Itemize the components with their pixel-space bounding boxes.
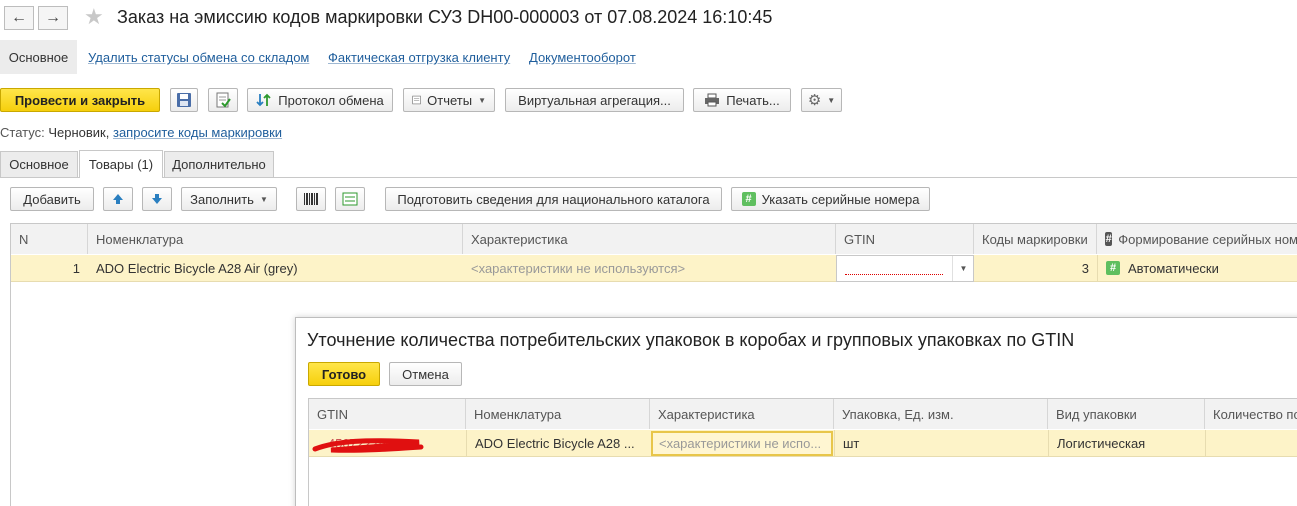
- selection-list-icon: [342, 192, 358, 206]
- tab-additional[interactable]: Дополнительно: [164, 151, 274, 177]
- window-title: Заказ на эмиссию кодов маркировки СУЗ DH…: [117, 7, 773, 27]
- hash-icon: #: [741, 192, 756, 206]
- prepare-national-catalog-button[interactable]: Подготовить сведения для национального к…: [385, 187, 722, 211]
- redaction-mark: [312, 438, 424, 453]
- gtin-dropdown-button[interactable]: ▼: [952, 256, 974, 281]
- hash-icon: #: [1106, 261, 1120, 275]
- dialog-row-characteristic[interactable]: <характеристики не испо...: [651, 430, 833, 456]
- row-number: 1: [72, 260, 80, 276]
- arrow-right-icon: →: [45, 9, 61, 26]
- exchange-arrows-icon: [256, 93, 271, 107]
- move-up-button[interactable]: [103, 187, 133, 211]
- arrow-up-icon: [113, 194, 123, 204]
- dialog-row-pack-type[interactable]: Логистическая: [1048, 430, 1205, 456]
- column-header-marking-codes[interactable]: Коды маркировки: [974, 224, 1097, 254]
- topnav-delete-exchange-statuses[interactable]: Удалить статусы обмена со складом: [88, 50, 309, 65]
- exchange-protocol-label: Протокол обмена: [278, 92, 384, 108]
- pick-items-button[interactable]: [335, 187, 365, 211]
- topnav-actual-shipment[interactable]: Фактическая отгрузка клиенту: [328, 50, 510, 65]
- print-button[interactable]: Печать...: [693, 88, 791, 112]
- post-document-icon: [216, 92, 231, 108]
- row-gtin-field[interactable]: ▼: [836, 255, 974, 282]
- row-marking-codes[interactable]: 3: [974, 255, 1097, 281]
- column-header-serial-forming-label: Формирование серийных ном: [1118, 231, 1297, 247]
- chevron-down-icon: ▼: [478, 95, 486, 105]
- chevron-down-icon: ▼: [827, 95, 836, 105]
- reports-label: Отчеты: [427, 92, 473, 108]
- dialog-row-quantity[interactable]: [1205, 430, 1297, 456]
- dialog-column-unit[interactable]: Упаковка, Ед. изм.: [834, 399, 1048, 429]
- row-item[interactable]: ADO Electric Bicycle A28 Air (grey): [88, 255, 463, 281]
- save-button[interactable]: [170, 88, 198, 112]
- printer-icon: [705, 93, 720, 107]
- dialog-table: GTIN Номенклатура Характеристика Упаковк…: [308, 398, 1297, 506]
- reports-button[interactable]: Отчеты ▼: [403, 88, 495, 112]
- dialog-column-characteristic[interactable]: Характеристика: [650, 399, 834, 429]
- fill-button[interactable]: Заполнить ▼: [181, 187, 277, 211]
- column-header-characteristic[interactable]: Характеристика: [463, 224, 836, 254]
- row-characteristic[interactable]: <характеристики не используются>: [463, 255, 836, 281]
- done-button[interactable]: Готово: [308, 362, 380, 386]
- status-value: Черновик,: [48, 125, 110, 140]
- virtual-aggregation-button[interactable]: Виртуальная агрегация...: [505, 88, 684, 112]
- row-serial-forming-label: Автоматически: [1128, 260, 1219, 276]
- specify-serial-numbers-button[interactable]: # Указать серийные номера: [731, 187, 930, 211]
- forward-button[interactable]: →: [38, 6, 68, 30]
- dialog-title: Уточнение количества потребительских упа…: [307, 330, 1075, 350]
- post-button[interactable]: [208, 88, 238, 112]
- column-header-serial-forming[interactable]: # Формирование серийных ном: [1097, 224, 1297, 254]
- exchange-protocol-button[interactable]: Протокол обмена: [247, 88, 393, 112]
- barcode-scan-button[interactable]: [296, 187, 326, 211]
- post-and-close-button[interactable]: Провести и закрыть: [0, 88, 160, 112]
- topnav-main[interactable]: Основное: [0, 40, 77, 74]
- dialog-column-pack-type[interactable]: Вид упаковки: [1048, 399, 1205, 429]
- hash-icon: #: [1105, 232, 1113, 246]
- column-header-item[interactable]: Номенклатура: [88, 224, 463, 254]
- dialog-column-gtin[interactable]: GTIN: [309, 399, 466, 429]
- print-label: Печать...: [726, 92, 780, 108]
- dialog-row-item[interactable]: ADO Electric Bicycle A28 ...: [466, 430, 650, 456]
- arrow-down-icon: [152, 194, 162, 204]
- fill-label: Заполнить: [190, 191, 254, 207]
- floppy-disk-icon: [177, 93, 191, 107]
- tab-goods[interactable]: Товары (1): [79, 150, 163, 178]
- column-header-n[interactable]: N: [11, 224, 88, 254]
- dialog-row-unit[interactable]: шт: [834, 430, 1048, 456]
- tab-main[interactable]: Основное: [0, 151, 78, 177]
- required-field-marker: [845, 274, 943, 275]
- gear-icon: ⚙: [807, 92, 822, 109]
- arrow-left-icon: ←: [11, 9, 27, 26]
- barcode-icon: [304, 193, 318, 205]
- chevron-down-icon: ▼: [259, 194, 268, 204]
- request-codes-link[interactable]: запросите коды маркировки: [113, 125, 282, 140]
- status-line: Статус: Черновик, запросите коды маркиро…: [0, 125, 282, 140]
- back-button[interactable]: ←: [4, 6, 34, 30]
- add-row-button[interactable]: Добавить: [10, 187, 94, 211]
- report-icon: [412, 95, 421, 105]
- tabs-divider: [0, 177, 1297, 178]
- row-serial-forming[interactable]: # Автоматически: [1097, 255, 1297, 281]
- cancel-button[interactable]: Отмена: [389, 362, 462, 386]
- chevron-down-icon: ▼: [959, 264, 968, 273]
- status-label: Статус:: [0, 125, 45, 140]
- dialog-column-item[interactable]: Номенклатура: [466, 399, 650, 429]
- specify-serial-numbers-label: Указать серийные номера: [761, 191, 920, 207]
- more-actions-button[interactable]: ⚙ ▼: [801, 88, 842, 112]
- column-header-gtin[interactable]: GTIN: [836, 224, 974, 254]
- move-down-button[interactable]: [142, 187, 172, 211]
- topnav-document-flow[interactable]: Документооборот: [529, 50, 636, 65]
- gtin-quantity-dialog: Уточнение количества потребительских упа…: [295, 317, 1297, 506]
- favorite-star-icon[interactable]: ★: [84, 4, 104, 30]
- dialog-column-quantity[interactable]: Количество по: [1205, 399, 1297, 429]
